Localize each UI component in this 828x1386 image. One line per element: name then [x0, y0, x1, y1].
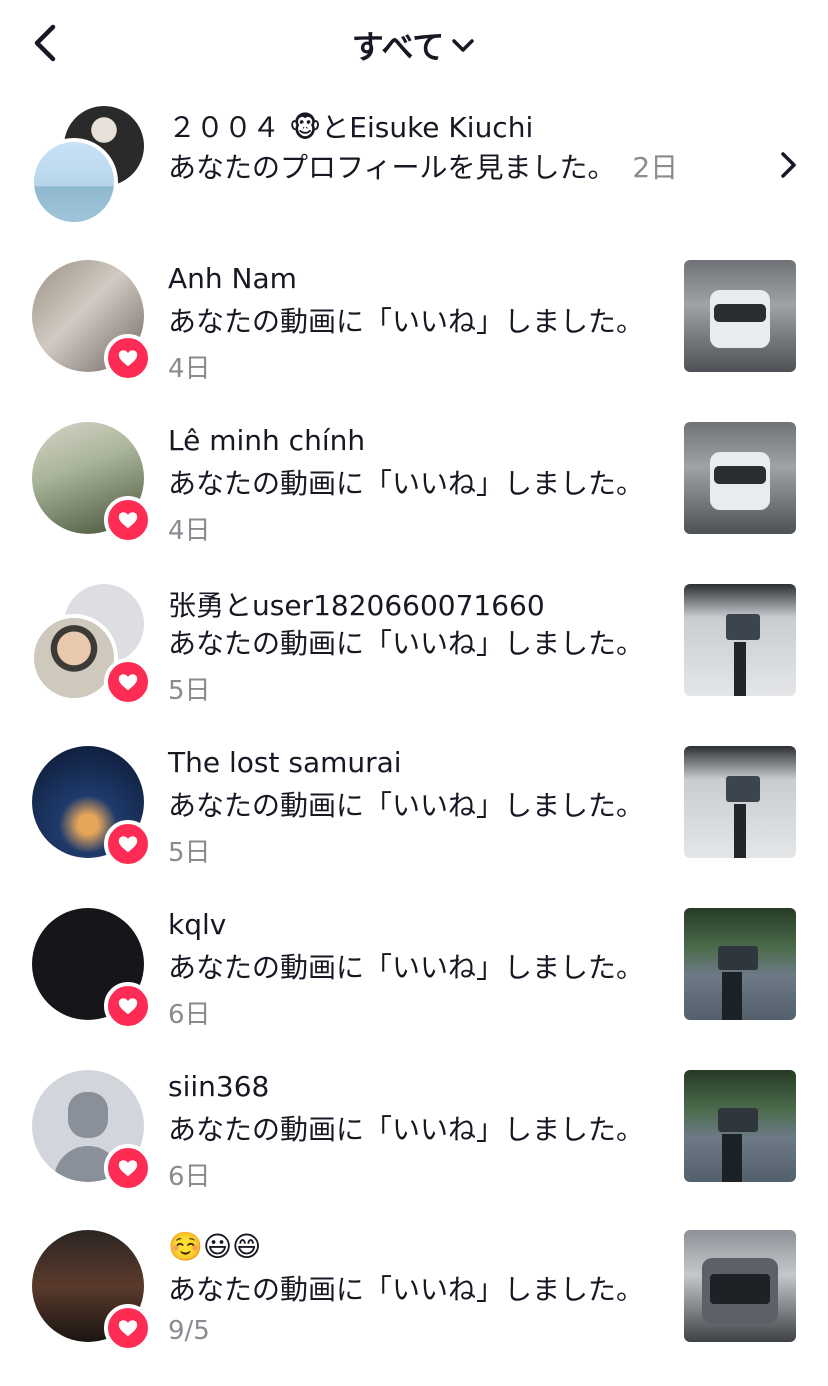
timestamp: 6日 [168, 1162, 211, 1192]
chevron-right-icon[interactable] [774, 148, 802, 182]
video-thumbnail[interactable] [684, 908, 796, 1020]
user-names[interactable]: ２００４ 🐵とEisuke Kiuchi [168, 106, 533, 146]
timestamp: 5日 [168, 676, 211, 706]
notification-row[interactable]: Lê minh chính あなたの動画に「いいね」しました。 4日 [0, 422, 828, 552]
notification-row[interactable]: siin368 あなたの動画に「いいね」しました。 6日 [0, 1070, 828, 1200]
notification-row[interactable]: ☺️😃😄 あなたの動画に「いいね」しました。 9/5 [0, 1230, 828, 1360]
notification-row-profile-view[interactable]: ２００４ 🐵とEisuke Kiuchi あなたのプロフィールを見ました。 2日 [0, 100, 828, 230]
timestamp: 4日 [168, 516, 211, 546]
notification-message: あなたの動画に「いいね」しました。 [168, 1273, 645, 1306]
video-thumbnail[interactable] [684, 584, 796, 696]
timestamp: 2日 [632, 151, 679, 184]
notification-row[interactable]: The lost samurai あなたの動画に「いいね」しました。 5日 [0, 746, 828, 876]
like-badge [104, 658, 152, 706]
notification-row[interactable]: 张勇とuser1820660071660 あなたの動画に「いいね」しました。 5… [0, 584, 828, 714]
notification-message: あなたの動画に「いいね」しました。 [168, 951, 645, 984]
filter-dropdown[interactable]: すべて [352, 22, 476, 68]
like-badge [104, 982, 152, 1030]
like-badge [104, 1144, 152, 1192]
notification-message: あなたの動画に「いいね」しました。 [168, 627, 645, 660]
heart-icon [118, 512, 138, 529]
default-user-icon [68, 1092, 108, 1138]
notification-message: あなたの動画に「いいね」しました。 [168, 1113, 645, 1146]
like-badge [104, 820, 152, 868]
notification-row[interactable]: kqlv あなたの動画に「いいね」しました。 6日 [0, 908, 828, 1038]
notification-row[interactable]: Anh Nam あなたの動画に「いいね」しました。 4日 [0, 260, 828, 390]
video-thumbnail[interactable] [684, 422, 796, 534]
heart-icon [118, 674, 138, 691]
chevron-down-icon [452, 39, 474, 52]
top-bar: すべて [0, 0, 828, 90]
video-thumbnail[interactable] [684, 1230, 796, 1342]
heart-icon [118, 836, 138, 853]
user-name[interactable]: Anh Nam [168, 262, 297, 295]
timestamp: 4日 [168, 354, 211, 384]
user-name[interactable]: siin368 [168, 1070, 269, 1103]
user-names[interactable]: 张勇とuser1820660071660 [168, 584, 545, 624]
notification-message: あなたの動画に「いいね」しました。 [168, 467, 645, 500]
notification-message: あなたの動画に「いいね」しました。 [168, 789, 645, 822]
heart-icon [118, 998, 138, 1015]
heart-icon [118, 350, 138, 367]
video-thumbnail[interactable] [684, 1070, 796, 1182]
user-name[interactable]: Lê minh chính [168, 424, 365, 457]
like-badge [104, 496, 152, 544]
heart-icon [118, 1320, 138, 1337]
timestamp: 5日 [168, 838, 211, 868]
user-name[interactable]: kqlv [168, 908, 226, 941]
video-thumbnail[interactable] [684, 746, 796, 858]
user-name[interactable]: The lost samurai [168, 746, 402, 779]
video-thumbnail[interactable] [684, 260, 796, 372]
notification-message: あなたのプロフィールを見ました。 [168, 151, 616, 184]
timestamp: 6日 [168, 1000, 211, 1030]
timestamp: 9/5 [168, 1316, 210, 1346]
heart-icon [118, 1160, 138, 1177]
notification-message: あなたの動画に「いいね」しました。 [168, 305, 645, 338]
page-title: すべて [351, 28, 445, 66]
like-badge [104, 1304, 152, 1352]
avatar[interactable] [30, 138, 118, 226]
like-badge [104, 334, 152, 382]
user-name[interactable]: ☺️😃😄 [168, 1230, 261, 1263]
